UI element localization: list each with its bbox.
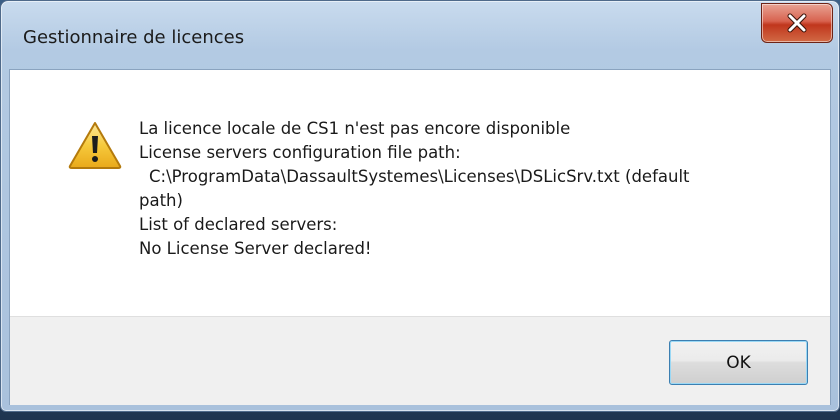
- window-title: Gestionnaire de licences: [23, 27, 245, 48]
- message-line: C:\ProgramData\DassaultSystemes\Licenses…: [149, 167, 690, 186]
- close-icon: [762, 4, 832, 42]
- message-line: No License Server declared!: [139, 239, 372, 258]
- dialog-client-area: La licence locale de CS1 n'est pas encor…: [9, 69, 831, 405]
- warning-icon: [67, 120, 123, 170]
- ok-button[interactable]: OK: [669, 340, 808, 385]
- title-bar[interactable]: Gestionnaire de licences: [1, 1, 839, 61]
- button-bar: OK: [10, 316, 830, 405]
- message-line: License servers configuration file path:: [139, 143, 461, 162]
- dialog-window: Gestionnaire de licences La licence loca…: [0, 0, 840, 412]
- message-line: path): [139, 191, 183, 210]
- message-line: La licence locale de CS1 n'est pas encor…: [139, 119, 571, 138]
- close-button[interactable]: [761, 3, 833, 43]
- dialog-message: La licence locale de CS1 n'est pas encor…: [139, 117, 789, 261]
- ok-button-label: OK: [726, 352, 751, 373]
- message-area: La licence locale de CS1 n'est pas encor…: [10, 70, 830, 316]
- message-line: List of declared servers:: [139, 215, 338, 234]
